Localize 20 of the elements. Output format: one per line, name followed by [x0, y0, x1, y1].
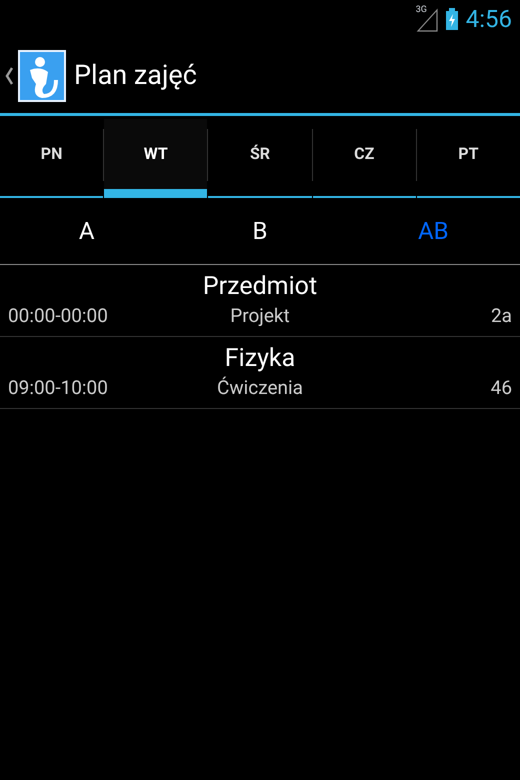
screen-title: Plan zajęć	[74, 58, 197, 94]
subject-name: Fizyka	[224, 342, 296, 374]
week-filter-option[interactable]: A	[0, 198, 174, 264]
week-filter-option[interactable]: B	[173, 198, 347, 264]
class-row[interactable]: Przedmiot 00:00-00:00 Projekt 2a	[0, 265, 520, 337]
day-tab[interactable]: WT	[104, 119, 208, 198]
class-time: 00:00-00:00	[8, 302, 109, 329]
clock: 4:56	[466, 4, 512, 35]
class-time: 09:00-10:00	[8, 374, 109, 401]
app-logo-icon	[18, 50, 66, 102]
back-caret-icon	[4, 66, 14, 86]
class-type: Projekt	[229, 302, 291, 329]
week-filter-option[interactable]: AB	[346, 198, 520, 264]
room-number: 2a	[490, 302, 512, 329]
subject-name: Przedmiot	[202, 270, 318, 302]
class-row[interactable]: Fizyka 09:00-10:00 Ćwiczenia 46	[0, 337, 520, 409]
class-type: Ćwiczenia	[216, 374, 304, 401]
battery-icon	[446, 8, 458, 30]
network-type: 3G	[416, 6, 427, 15]
room-number: 46	[490, 374, 512, 401]
